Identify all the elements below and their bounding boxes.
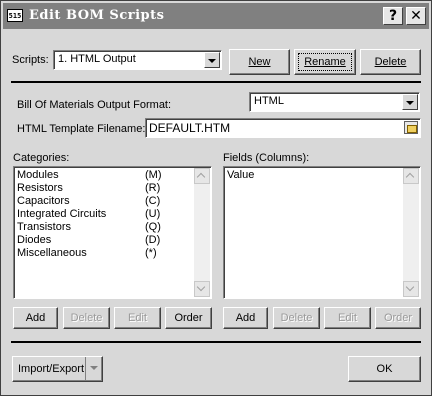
bom-format-dropdown-arrow-icon[interactable] [402, 94, 418, 110]
category-code: (C) [145, 195, 161, 207]
field-edit-button[interactable]: Edit [324, 307, 371, 329]
new-script-button-label: New [248, 56, 271, 68]
category-code: (R) [145, 182, 161, 194]
scroll-up-icon[interactable] [194, 168, 210, 184]
fields-list[interactable]: Value [223, 166, 421, 299]
help-button[interactable]: ? [383, 7, 403, 25]
scroll-down-icon[interactable] [194, 281, 210, 297]
categories-scrollbar[interactable] [194, 168, 210, 297]
category-item[interactable]: Miscellaneous (*) [17, 247, 157, 260]
category-item[interactable]: Capacitors (C) [17, 195, 160, 208]
bom-format-selected-value: HTML [254, 95, 284, 107]
category-name: Modules [17, 169, 59, 181]
fields-scrollbar[interactable] [403, 168, 419, 297]
fields-label: Fields (Columns): [223, 152, 310, 164]
category-name: Capacitors [17, 195, 70, 207]
scripts-dropdown-arrow-icon[interactable] [204, 52, 220, 68]
category-code: (M) [145, 169, 162, 181]
category-name: Diodes [17, 234, 52, 246]
category-name: Resistors [17, 182, 63, 194]
import-export-button[interactable]: Import/Export [12, 356, 103, 382]
category-code: (*) [145, 247, 157, 259]
import-export-dropdown-icon[interactable] [85, 357, 102, 381]
field-name: Value [227, 169, 255, 181]
category-delete-button[interactable]: Delete [63, 307, 110, 329]
browse-folder-icon[interactable] [404, 121, 418, 134]
scroll-up-icon[interactable] [403, 168, 419, 184]
bom-format-label: Bill Of Materials Output Format: [17, 99, 172, 111]
field-item[interactable]: Value [227, 169, 254, 182]
close-button[interactable]: ✕ [406, 7, 426, 25]
app-icon: 515 [7, 9, 23, 22]
category-code: (Q) [145, 221, 161, 233]
rename-script-button[interactable]: Rename [294, 49, 356, 75]
delete-script-button[interactable]: Delete [360, 49, 421, 75]
field-add-button[interactable]: Add [223, 307, 268, 329]
import-export-label: Import/Export [18, 363, 85, 375]
title-bar[interactable]: 515 Edit BOM Scripts ? ✕ [3, 3, 429, 29]
template-filename-input[interactable]: DEFAULT.HTM [145, 118, 421, 138]
separator-bottom [11, 341, 421, 343]
template-filename-value: DEFAULT.HTM [149, 121, 231, 135]
field-delete-button[interactable]: Delete [273, 307, 320, 329]
separator-top [11, 81, 421, 83]
scripts-label: Scripts: [12, 54, 49, 66]
scripts-select[interactable]: 1. HTML Output [53, 50, 222, 70]
category-item[interactable]: Transistors (Q) [17, 221, 161, 234]
scroll-down-icon[interactable] [403, 281, 419, 297]
category-add-button[interactable]: Add [13, 307, 58, 329]
category-item[interactable]: Modules (M) [17, 169, 162, 182]
window-title: Edit BOM Scripts [29, 8, 165, 23]
template-filename-label: HTML Template Filename: [17, 123, 146, 135]
category-name: Integrated Circuits [17, 208, 107, 220]
ok-button[interactable]: OK [348, 356, 421, 382]
field-order-button[interactable]: Order [375, 307, 421, 329]
delete-script-button-label: Delete [374, 56, 407, 68]
rename-script-button-label: Rename [304, 56, 346, 68]
category-item[interactable]: Diodes (D) [17, 234, 160, 247]
category-code: (U) [145, 208, 161, 220]
category-edit-button[interactable]: Edit [114, 307, 161, 329]
category-name: Transistors [17, 221, 71, 233]
categories-label: Categories: [13, 152, 70, 164]
edit-bom-scripts-dialog: 515 Edit BOM Scripts ? ✕ Scripts: 1. HTM… [0, 0, 432, 396]
category-name: Miscellaneous [17, 247, 87, 259]
bom-format-select[interactable]: HTML [249, 92, 420, 112]
new-script-button[interactable]: New [229, 49, 290, 75]
categories-list[interactable]: Modules (M) Resistors (R) Capacitors (C) In… [13, 166, 212, 299]
category-code: (D) [145, 234, 161, 246]
category-item[interactable]: Resistors (R) [17, 182, 160, 195]
category-item[interactable]: Integrated Circuits (U) [17, 208, 160, 221]
scripts-selected-value: 1. HTML Output [58, 53, 136, 65]
category-order-button[interactable]: Order [165, 307, 212, 329]
